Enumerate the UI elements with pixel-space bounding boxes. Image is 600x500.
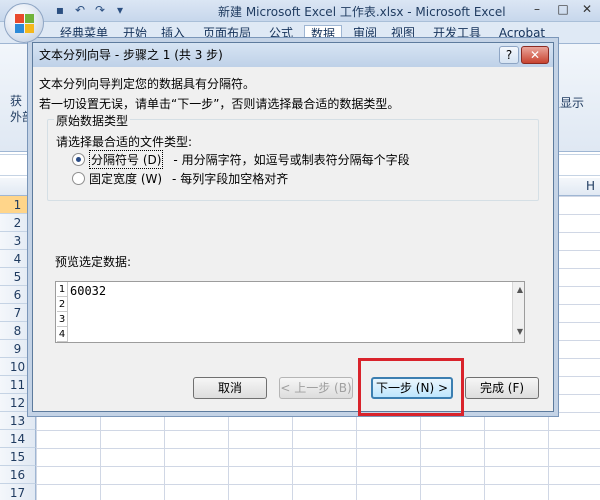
- row-header[interactable]: 17: [0, 484, 36, 500]
- dialog-title: 文本分列向导 - 步骤之 1 (共 3 步): [33, 43, 553, 67]
- dialog-close-button[interactable]: ✕: [521, 46, 549, 64]
- option-delimited[interactable]: 分隔符号 (D) - 用分隔字符，如逗号或制表符分隔每个字段: [72, 149, 410, 169]
- row-header[interactable]: 2: [0, 214, 36, 232]
- row-header[interactable]: 4: [0, 250, 36, 268]
- row-header[interactable]: 7: [0, 304, 36, 322]
- row-header[interactable]: 12: [0, 394, 36, 412]
- preview-label: 预览选定数据:: [55, 255, 132, 269]
- ribbon-label-get: 获: [10, 94, 23, 108]
- row-header[interactable]: 8: [0, 322, 36, 340]
- text-to-columns-dialog: 文本分列向导 - 步骤之 1 (共 3 步) ? ✕ 文本分列向导判定您的数据具…: [32, 42, 554, 412]
- customize-icon[interactable]: ▾: [112, 2, 128, 18]
- row-header[interactable]: 11: [0, 376, 36, 394]
- cancel-button[interactable]: 取消: [193, 377, 267, 399]
- preview-row-numbers: 1 2 3 4: [56, 282, 68, 342]
- save-icon[interactable]: ▪: [52, 2, 68, 18]
- row-header[interactable]: 3: [0, 232, 36, 250]
- next-button-highlight: [358, 358, 464, 416]
- row-header[interactable]: 14: [0, 430, 36, 448]
- row-header[interactable]: 5: [0, 268, 36, 286]
- row-header[interactable]: 16: [0, 466, 36, 484]
- preview-cell-value: 60032: [70, 284, 107, 298]
- window-close-button[interactable]: ✕: [574, 0, 600, 20]
- row-headers: 1 2 3 4 5 6 7 8 9 10 11 12 13 14 15 16 1…: [0, 196, 36, 500]
- dialog-help-button[interactable]: ?: [499, 46, 519, 64]
- scroll-down-icon[interactable]: ▼: [513, 326, 524, 338]
- radio-fixed-width[interactable]: [72, 171, 85, 185]
- row-header[interactable]: 13: [0, 412, 36, 430]
- preview-row-number: 1: [57, 284, 67, 297]
- back-button[interactable]: < 上一步 (B): [279, 377, 353, 399]
- quick-access-toolbar: ▪ ↶ ↷ ▾: [52, 2, 128, 18]
- option-fixed-width-label[interactable]: 固定宽度 (W): [89, 170, 162, 187]
- row-header[interactable]: 6: [0, 286, 36, 304]
- undo-icon[interactable]: ↶: [72, 2, 88, 18]
- option-delimited-label[interactable]: 分隔符号 (D): [89, 149, 164, 169]
- office-logo-icon: [15, 14, 35, 34]
- group-prompt: 请选择最合适的文件类型:: [56, 135, 193, 149]
- option-fixed-width[interactable]: 固定宽度 (W) - 每列字段加空格对齐: [72, 170, 288, 186]
- excel-title-bar: ▪ ↶ ↷ ▾ 新建 Microsoft Excel 工作表.xlsx - Mi…: [0, 0, 600, 22]
- row-header[interactable]: 9: [0, 340, 36, 358]
- ribbon-tabs: 经典菜单 开始 插入 页面布局 公式 数据 审阅 视图 开发工具 Acrobat: [0, 22, 600, 44]
- ribbon-label-external: 外部: [10, 110, 35, 124]
- wizard-description: 文本分列向导判定您的数据具有分隔符。: [39, 77, 256, 91]
- scroll-up-icon[interactable]: ▲: [513, 284, 524, 296]
- preview-scrollbar[interactable]: ▲ ▼: [512, 282, 524, 342]
- minimize-button[interactable]: –: [524, 0, 550, 20]
- row-header[interactable]: 10: [0, 358, 36, 376]
- preview-row-number: 4: [57, 329, 67, 342]
- preview-row-number: 2: [57, 299, 67, 312]
- column-header-h[interactable]: H: [586, 179, 595, 193]
- wizard-instruction: 若一切设置无误，请单击“下一步”，否则请选择最合适的数据类型。: [39, 97, 400, 111]
- maximize-button[interactable]: □: [550, 0, 576, 20]
- office-button[interactable]: [4, 3, 44, 43]
- data-preview[interactable]: 1 2 3 4 60032 ▲ ▼: [55, 281, 525, 343]
- redo-icon[interactable]: ↷: [92, 2, 108, 18]
- option-delimited-description: - 用分隔字符，如逗号或制表符分隔每个字段: [173, 152, 410, 167]
- group-legend: 原始数据类型: [54, 112, 131, 129]
- option-fixed-width-description: - 每列字段加空格对齐: [172, 171, 289, 186]
- finish-button[interactable]: 完成 (F): [465, 377, 539, 399]
- row-header[interactable]: 15: [0, 448, 36, 466]
- preview-row-number: 3: [57, 314, 67, 327]
- window-title: 新建 Microsoft Excel 工作表.xlsx - Microsoft …: [218, 5, 506, 19]
- select-all-corner[interactable]: [0, 178, 36, 196]
- row-header[interactable]: 1: [0, 196, 36, 214]
- radio-delimited[interactable]: [72, 152, 85, 166]
- data-type-group: 原始数据类型 请选择最合适的文件类型: 分隔符号 (D) - 用分隔字符，如逗号…: [47, 112, 539, 201]
